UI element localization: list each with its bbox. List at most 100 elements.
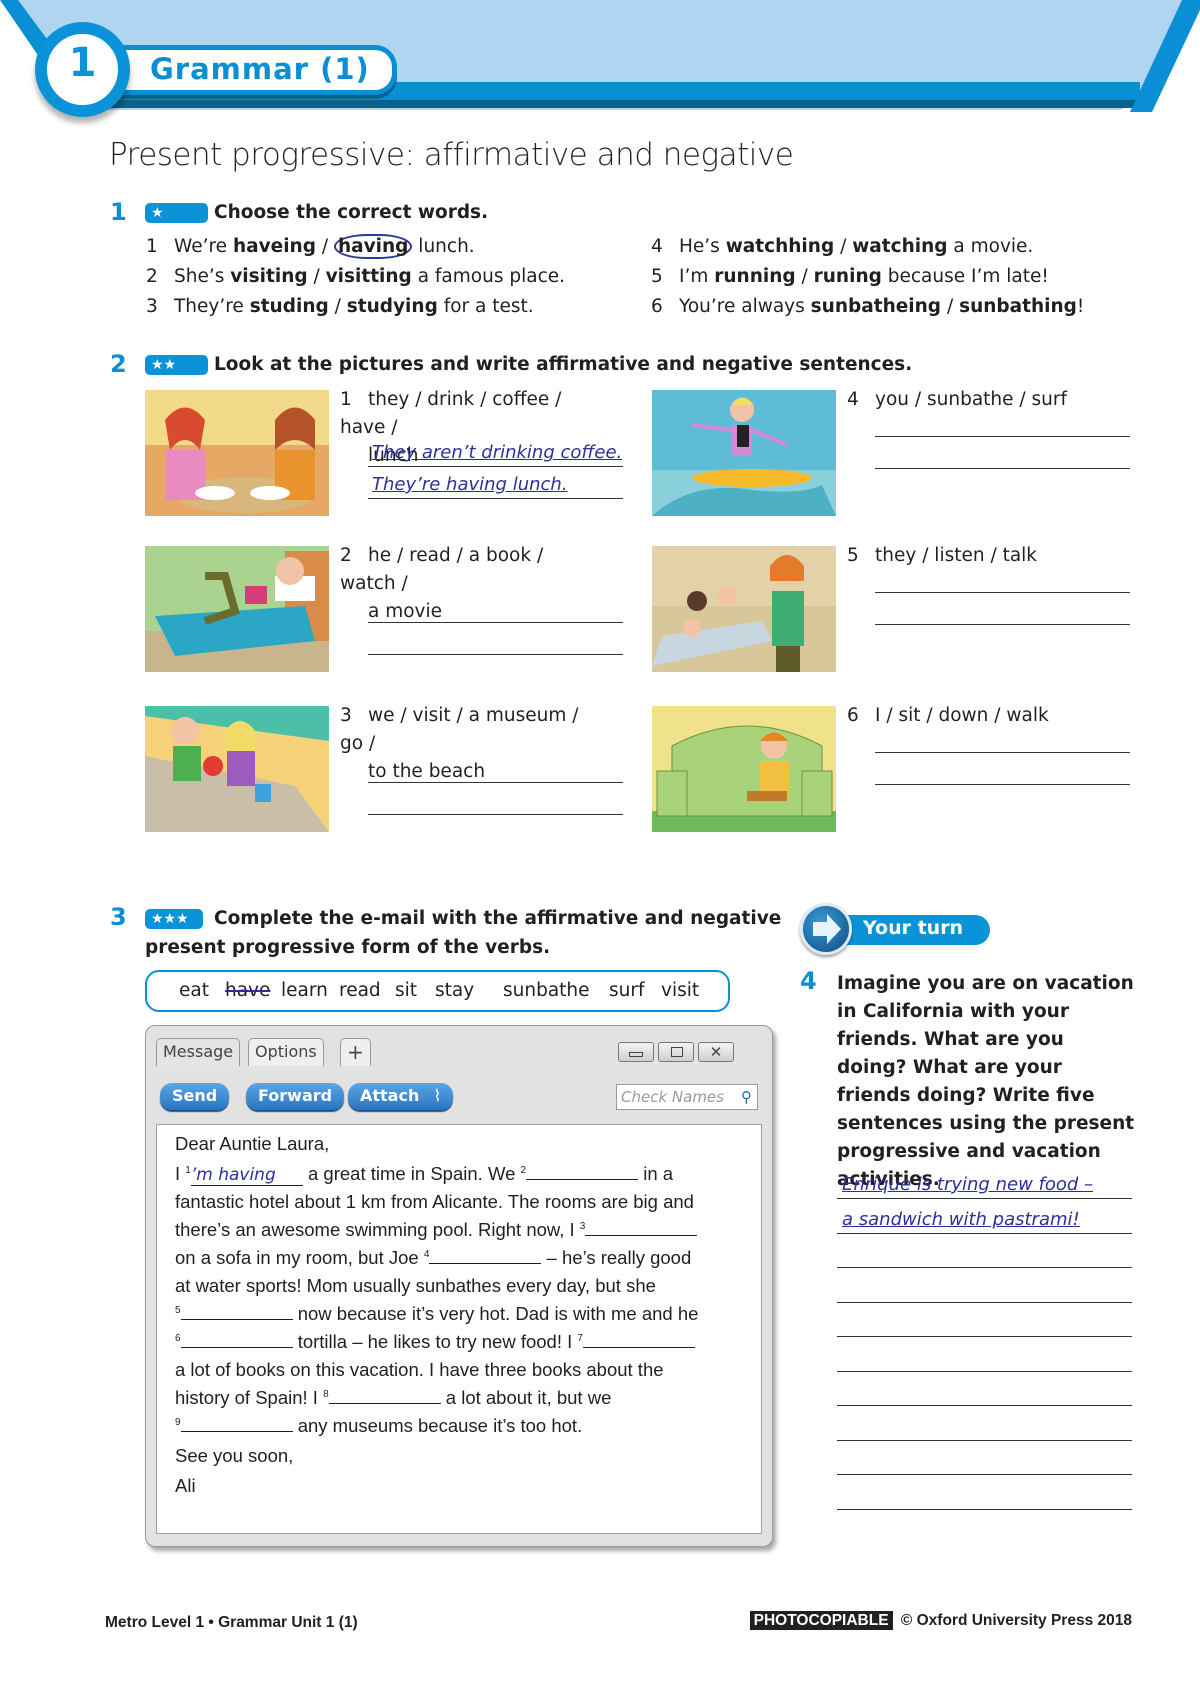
answer-line[interactable] [875, 624, 1130, 625]
gap-blank[interactable] [585, 1222, 698, 1236]
handwritten-answer: a sandwich with pastrami! [842, 1208, 1080, 1230]
choice-item: 2 She’s visiting / visitting a famous pla… [146, 266, 565, 287]
email-line: history of Spain! I 8 a lot about it, bu… [175, 1387, 612, 1408]
email-body[interactable]: Dear Auntie Laura, I 1’m having a great … [156, 1124, 762, 1534]
prompt-words: you / sunbathe / surf [875, 389, 1067, 410]
difficulty-stars-2: ★★ [145, 355, 208, 375]
footer-course-info: Metro Level 1 • Grammar Unit 1 (1) [105, 1614, 358, 1631]
answer-line[interactable] [368, 466, 623, 467]
forward-button[interactable]: Forward [246, 1083, 345, 1110]
minimize-button[interactable] [618, 1042, 654, 1062]
answer-line[interactable] [837, 1232, 1132, 1234]
unit-number: 1 [68, 40, 97, 86]
prompt-words: they / listen / talk [875, 545, 1038, 566]
email-line: 5 now because it’s very hot. Dad is with… [175, 1303, 699, 1324]
exercise-1-number: 1 [110, 198, 127, 226]
answer-line[interactable] [368, 814, 623, 815]
item-suffix: ! [1076, 296, 1085, 317]
email-line: there’s an awesome swimming pool. Right … [175, 1219, 698, 1241]
option-a[interactable]: studing [250, 296, 329, 317]
choice-item: 6 You’re always sunbatheing / sunbathing! [651, 296, 1084, 317]
answer-line[interactable] [837, 1508, 1132, 1510]
answer-line[interactable] [368, 654, 623, 655]
answer-line[interactable] [875, 784, 1130, 785]
option-a[interactable]: watchhing [726, 236, 834, 257]
gap-blank[interactable] [180, 1334, 293, 1348]
prompt-number: 3 [340, 705, 352, 726]
prompt-number: 6 [847, 705, 859, 726]
gap-blank[interactable] [429, 1250, 542, 1264]
item-suffix: lunch. [412, 236, 475, 257]
answer-line[interactable] [875, 436, 1130, 437]
answer-line[interactable] [837, 1370, 1132, 1372]
option-b[interactable]: sunbathing [959, 296, 1077, 317]
answer-line[interactable] [837, 1336, 1132, 1337]
email-line: at water sports! Mom usually sunbathes e… [175, 1275, 656, 1296]
exercise-3-instruction-line2: present progressive form of the verbs. [145, 937, 551, 958]
answer-line[interactable] [837, 1301, 1132, 1303]
exercise-1-instruction: Choose the correct words. [214, 202, 489, 223]
word-box-item: have [225, 980, 271, 1001]
item-number: 1 [146, 236, 158, 257]
email-window: Message Options + ✕ Send Forward Attach … [145, 1025, 773, 1547]
exercise-3-number: 3 [110, 903, 127, 931]
new-tab-button[interactable]: + [340, 1038, 371, 1066]
answer-line[interactable] [875, 468, 1130, 469]
prompt-line-1: 1 they / drink / coffee / have / [340, 386, 600, 442]
prompt-number: 2 [340, 545, 352, 566]
your-turn-label: Your turn [863, 917, 964, 939]
picture-restaurant-lunch [145, 390, 329, 516]
option-b[interactable]: runing [814, 266, 882, 287]
attach-button[interactable]: Attach ⌇ [348, 1083, 454, 1110]
item-suffix: a famous place. [411, 266, 565, 287]
item-prefix: He’s [679, 236, 726, 257]
answer-line[interactable] [875, 752, 1130, 753]
prompt-line-1: 2 he / read / a book / watch / [340, 542, 600, 598]
answer-line[interactable] [875, 592, 1130, 593]
answer-line[interactable] [837, 1198, 1132, 1199]
answer-line[interactable] [837, 1439, 1132, 1441]
maximize-button[interactable] [658, 1042, 694, 1062]
gap-blank[interactable] [328, 1390, 441, 1404]
option-a[interactable]: visiting [230, 266, 307, 287]
answer-line[interactable] [837, 1405, 1132, 1406]
check-names-input[interactable]: Check Names ⚲ [616, 1084, 758, 1110]
option-a[interactable]: sunbatheing [811, 296, 941, 317]
gap-blank[interactable] [526, 1166, 639, 1180]
gap-blank[interactable]: ’m having [190, 1165, 303, 1186]
answer-line[interactable] [368, 782, 623, 783]
answer-line[interactable] [368, 498, 623, 499]
gap-blank[interactable] [180, 1306, 293, 1320]
option-a[interactable]: haveing [233, 236, 316, 257]
tab-bar: Message Options + ✕ [146, 1026, 772, 1066]
picture-prompt: 5 they / listen / talk [847, 542, 1107, 570]
word-box-item: eat [179, 980, 209, 1001]
option-b[interactable]: watching [852, 236, 947, 257]
option-b[interactable]: visitting [326, 266, 412, 287]
item-prefix: You’re always [679, 296, 811, 317]
email-line: 6 tortilla – he likes to try new food! I… [175, 1331, 695, 1353]
option-a[interactable]: running [714, 266, 795, 287]
minimize-icon [629, 1052, 643, 1057]
tab-message[interactable]: Message [156, 1038, 241, 1066]
picture-classroom-talking [652, 546, 836, 672]
option-b[interactable]: having [333, 234, 413, 259]
item-number: 2 [146, 266, 158, 287]
answer-line[interactable] [837, 1267, 1132, 1268]
tab-options[interactable]: Options [248, 1038, 324, 1066]
send-button[interactable]: Send [160, 1083, 230, 1110]
choice-item: 4 He’s watchhing / watching a movie. [651, 236, 1033, 257]
option-separator: / [328, 296, 347, 317]
prompt-number: 5 [847, 545, 859, 566]
picture-boy-on-sofa [652, 706, 836, 832]
answer-line[interactable] [837, 1474, 1132, 1475]
choice-item: 1 We’re haveing / having lunch. [146, 234, 475, 259]
section-title-pill: Grammar (1) [112, 45, 397, 95]
close-button[interactable]: ✕ [698, 1042, 734, 1062]
word-box-item: stay [435, 980, 475, 1001]
gap-blank[interactable] [582, 1334, 695, 1348]
option-b[interactable]: studying [347, 296, 438, 317]
answer-line[interactable] [368, 622, 623, 623]
gap-blank[interactable] [180, 1418, 293, 1432]
check-names-placeholder: Check Names [621, 1088, 724, 1106]
